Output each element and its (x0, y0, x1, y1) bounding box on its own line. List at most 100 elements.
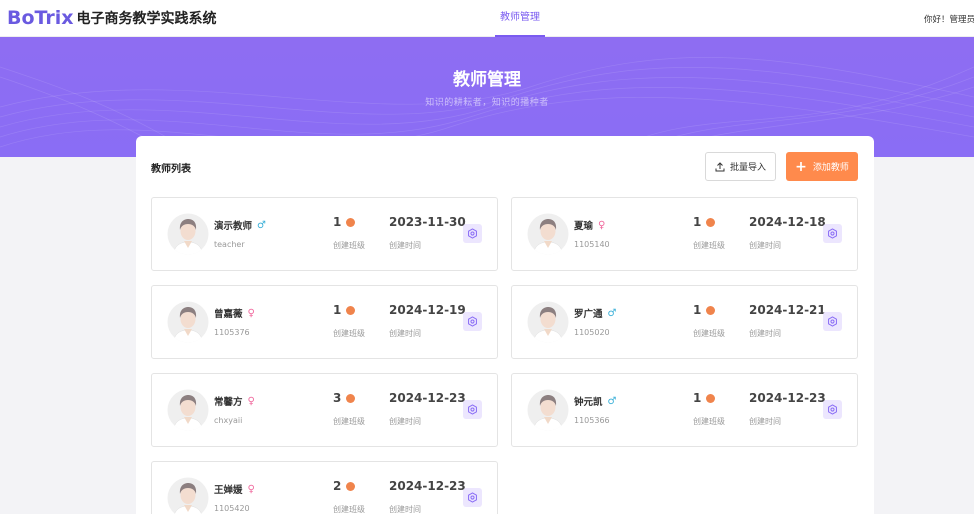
class-status-dot (346, 393, 356, 403)
gear-icon (467, 404, 478, 415)
created-date: 2024-12-19 (389, 303, 466, 317)
batch-import-label: 批量导入 (729, 163, 766, 173)
avatar (167, 388, 209, 432)
teacher-name: 常馨方 (214, 397, 243, 408)
female-icon: ♀ (598, 219, 606, 231)
user-greeting[interactable]: 你好！管理员小 (924, 13, 974, 25)
gear-icon (467, 492, 478, 503)
class-count-value: 1 (333, 303, 342, 317)
teacher-card[interactable]: 王婵媛 ♀ 1105420 2 创建班级 2024-12-23 创建时间 (151, 461, 498, 514)
teacher-id: 1105140 (574, 240, 610, 249)
teacher-settings-button[interactable] (463, 312, 482, 331)
teacher-name-row: 罗广通 ♂ (574, 306, 617, 321)
class-count-label: 创建班级 (693, 417, 725, 426)
created-time-label: 创建时间 (389, 417, 421, 426)
class-count: 3 (333, 391, 356, 405)
class-status-dot (346, 305, 356, 315)
class-count: 1 (693, 391, 716, 405)
teacher-card[interactable]: 钟元凯 ♂ 1105366 1 创建班级 2024-12-23 创建时间 (511, 373, 858, 447)
teacher-settings-button[interactable] (823, 224, 842, 243)
created-time-label: 创建时间 (749, 241, 781, 250)
teacher-name-row: 演示教师 ♂ (214, 218, 266, 233)
gear-icon (827, 404, 838, 415)
male-icon: ♂ (257, 219, 266, 231)
class-count-value: 3 (333, 391, 342, 405)
created-date: 2024-12-23 (389, 479, 466, 493)
class-count: 1 (693, 215, 716, 229)
class-count-value: 1 (333, 215, 342, 229)
teacher-name: 王婵媛 (214, 485, 243, 496)
teacher-id: 1105376 (214, 328, 250, 337)
class-count-value: 1 (693, 215, 702, 229)
class-count-label: 创建班级 (693, 241, 725, 250)
male-icon: ♂ (607, 307, 617, 319)
nav-tab-teacher-management[interactable]: 教师管理 (495, 0, 545, 37)
gear-icon (467, 228, 478, 239)
teacher-id: 1105366 (574, 416, 610, 425)
teacher-name-row: 常馨方 ♀ (214, 394, 255, 409)
teacher-name-row: 钟元凯 ♂ (574, 394, 617, 409)
batch-import-button[interactable]: 批量导入 (705, 152, 776, 181)
avatar (527, 212, 569, 256)
class-status-dot (346, 217, 356, 227)
class-count: 2 (333, 479, 356, 493)
teacher-name-row: 王婵媛 ♀ (214, 482, 255, 497)
class-count-value: 1 (693, 391, 702, 405)
teacher-name-row: 夏瑜 ♀ (574, 218, 606, 233)
upload-icon (715, 161, 725, 171)
teacher-name: 演示教师 (214, 221, 253, 232)
created-date: 2023-11-30 (389, 215, 466, 229)
teacher-settings-button[interactable] (463, 488, 482, 507)
class-count: 1 (333, 303, 356, 317)
class-count-label: 创建班级 (333, 505, 365, 514)
teacher-card[interactable]: 演示教师 ♂ teacher 1 创建班级 2023-11-30 创建时间 (151, 197, 498, 271)
page-subtitle: 知识的耕耘者，知识的播种者 (425, 98, 549, 108)
class-count-value: 1 (693, 303, 702, 317)
class-count: 1 (333, 215, 356, 229)
gear-icon (467, 316, 478, 327)
add-teacher-label: 添加教师 (812, 163, 849, 173)
teacher-card[interactable]: 夏瑜 ♀ 1105140 1 创建班级 2024-12-18 创建时间 (511, 197, 858, 271)
created-date: 2024-12-23 (749, 391, 826, 405)
class-count: 1 (693, 303, 716, 317)
gear-icon (827, 316, 838, 327)
teacher-name: 罗广通 (574, 309, 603, 320)
class-count-label: 创建班级 (333, 329, 365, 338)
male-icon: ♂ (607, 395, 617, 407)
teacher-settings-button[interactable] (823, 400, 842, 419)
avatar (527, 388, 569, 432)
class-status-dot (706, 305, 716, 315)
class-count-value: 2 (333, 479, 342, 493)
teacher-card[interactable]: 曾嘉薇 ♀ 1105376 1 创建班级 2024-12-19 创建时间 (151, 285, 498, 359)
avatar (167, 300, 209, 344)
page-title: 教师管理 (453, 70, 521, 90)
created-date: 2024-12-21 (749, 303, 826, 317)
gear-icon (827, 228, 838, 239)
teacher-name-row: 曾嘉薇 ♀ (214, 306, 255, 321)
teacher-id: teacher (214, 240, 245, 249)
class-status-dot (346, 481, 356, 491)
logo-mark: BoTrix (7, 7, 74, 29)
top-navbar: BoTrix 电子商务教学实践系统 教师管理 你好！管理员小 (0, 0, 974, 37)
teacher-settings-button[interactable] (823, 312, 842, 331)
teacher-card[interactable]: 罗广通 ♂ 1105020 1 创建班级 2024-12-21 创建时间 (511, 285, 858, 359)
created-time-label: 创建时间 (389, 241, 421, 250)
teacher-id: chxyaii (214, 416, 243, 425)
teacher-settings-button[interactable] (463, 224, 482, 243)
class-status-dot (706, 393, 716, 403)
teacher-card[interactable]: 常馨方 ♀ chxyaii 3 创建班级 2024-12-23 创建时间 (151, 373, 498, 447)
class-status-dot (706, 217, 716, 227)
teacher-id: 1105420 (214, 504, 250, 513)
class-count-label: 创建班级 (333, 241, 365, 250)
app-logo[interactable]: BoTrix 电子商务教学实践系统 (7, 7, 217, 29)
created-time-label: 创建时间 (749, 417, 781, 426)
teacher-name: 夏瑜 (574, 221, 594, 232)
app-title: 电子商务教学实践系统 (76, 11, 217, 27)
class-count-label: 创建班级 (333, 417, 365, 426)
created-time-label: 创建时间 (749, 329, 781, 338)
teacher-name: 曾嘉薇 (214, 309, 243, 320)
panel-title: 教师列表 (151, 164, 191, 175)
add-teacher-button[interactable]: + 添加教师 (786, 152, 858, 181)
class-count-label: 创建班级 (693, 329, 725, 338)
teacher-settings-button[interactable] (463, 400, 482, 419)
